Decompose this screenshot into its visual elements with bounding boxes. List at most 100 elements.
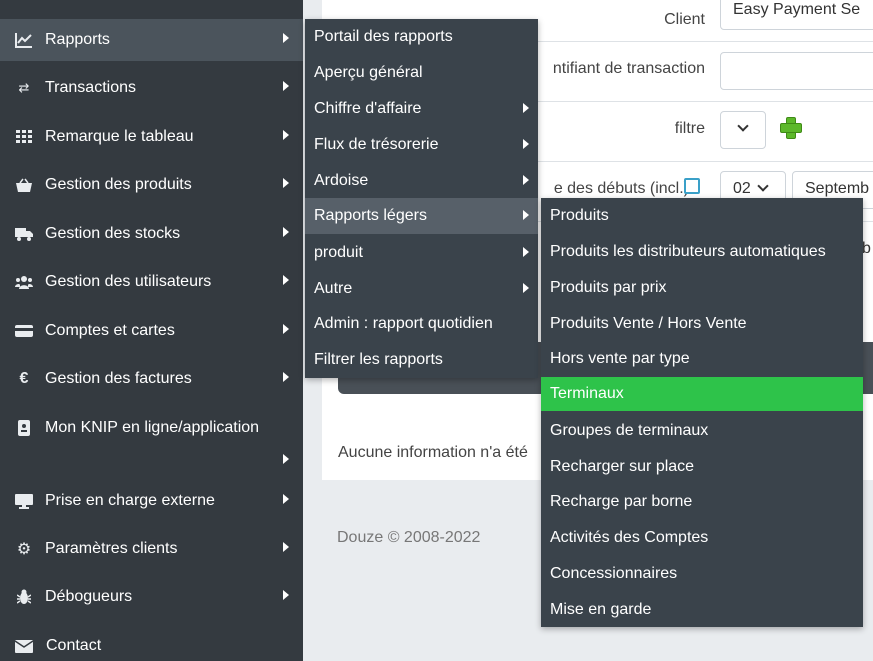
caret-right-icon bbox=[283, 275, 289, 285]
caret-right-icon bbox=[523, 103, 529, 113]
submenu3-item-label: Recharge par borne bbox=[550, 493, 693, 510]
client-label: Client bbox=[664, 11, 705, 28]
envelope-icon bbox=[15, 637, 33, 655]
sidebar-item-contact[interactable]: Contact bbox=[0, 625, 303, 661]
sidebar-item-label: Contact bbox=[46, 637, 102, 654]
sidebar-item-label: Gestion des factures bbox=[45, 370, 192, 387]
truck-icon bbox=[15, 225, 33, 243]
submenu-item-label: Admin : rapport quotidien bbox=[314, 315, 493, 332]
exchange-icon: ⇄ bbox=[18, 80, 30, 95]
caret-right-icon bbox=[523, 175, 529, 185]
caret-right-icon bbox=[283, 494, 289, 504]
submenu3-item-vente-hors-vente[interactable]: Produits Vente / Hors Vente bbox=[541, 306, 863, 341]
submenu-item-label: produit bbox=[314, 244, 363, 261]
chevron-down-icon bbox=[757, 180, 769, 192]
sidebar-item-label: Paramètres clients bbox=[45, 540, 178, 557]
client-select[interactable]: Easy Payment Se bbox=[720, 0, 873, 30]
euro-icon: € bbox=[19, 370, 29, 387]
add-filter-icon[interactable] bbox=[780, 117, 802, 139]
sidebar-item-tableau[interactable]: Remarque le tableau bbox=[0, 116, 303, 158]
caret-right-icon bbox=[523, 210, 529, 220]
sidebar-item-label: Débogueurs bbox=[45, 588, 133, 605]
submenu3-item-concessionnaires[interactable]: Concessionnaires bbox=[541, 556, 863, 591]
submenu3-item-activites-comptes[interactable]: Activités des Comptes bbox=[541, 520, 863, 555]
submenu3-item-label: Hors vente par type bbox=[550, 350, 690, 367]
sidebar-item-label: Gestion des produits bbox=[45, 176, 192, 193]
submenu3-item-par-prix[interactable]: Produits par prix bbox=[541, 270, 863, 305]
submenu3-item-produits[interactable]: Produits bbox=[541, 198, 863, 233]
footer-copyright: Douze © 2008-2022 bbox=[337, 529, 481, 546]
submenu3-item-mise-en-garde[interactable]: Mise en garde bbox=[541, 592, 863, 627]
sidebar-item-utilisateurs[interactable]: Gestion des utilisateurs bbox=[0, 261, 303, 303]
sidebar-item-comptes[interactable]: Comptes et cartes bbox=[0, 310, 303, 352]
submenu-item-label: Autre bbox=[314, 280, 353, 297]
bug-icon bbox=[15, 588, 33, 606]
sidebar-item-stocks[interactable]: Gestion des stocks bbox=[0, 213, 303, 255]
sidebar-item-label: Transactions bbox=[45, 79, 136, 96]
sidebar-item-transactions[interactable]: ⇄ Transactions bbox=[0, 67, 303, 109]
credit-card-icon bbox=[15, 322, 33, 340]
filter-label: filtre bbox=[674, 120, 705, 137]
submenu3-item-distributeurs[interactable]: Produits les distributeurs automatiques bbox=[541, 234, 863, 269]
submenu-item-label: Portail des rapports bbox=[314, 28, 453, 45]
sidebar-item-label: Prise en charge externe bbox=[45, 492, 215, 509]
submenu3-item-label: Groupes de terminaux bbox=[550, 422, 709, 439]
submenu-item-apercu[interactable]: Aperçu général bbox=[305, 55, 538, 91]
no-info-message: Aucune information n'a été bbox=[338, 444, 528, 461]
submenu-item-admin-rapport[interactable]: Admin : rapport quotidien bbox=[305, 306, 538, 342]
date-label: e des débuts (incl.) bbox=[553, 180, 689, 197]
transaction-input[interactable] bbox=[720, 52, 873, 90]
chart-line-icon bbox=[15, 31, 33, 49]
filter-select[interactable] bbox=[720, 111, 766, 149]
sidebar-item-label: Comptes et cartes bbox=[45, 322, 175, 339]
submenu3-item-label: Concessionnaires bbox=[550, 565, 678, 582]
submenu-item-ardoise[interactable]: Ardoise bbox=[305, 163, 538, 199]
submenu3-item-hors-vente-type[interactable]: Hors vente par type bbox=[541, 341, 863, 376]
users-icon bbox=[15, 273, 33, 291]
sidebar-item-label: Gestion des stocks bbox=[45, 225, 181, 242]
submenu3-item-label: Mise en garde bbox=[550, 601, 652, 618]
submenu-item-label: Flux de trésorerie bbox=[314, 136, 439, 153]
caret-right-icon bbox=[283, 542, 289, 552]
grid-icon bbox=[15, 128, 33, 146]
submenu-item-label: Ardoise bbox=[314, 172, 369, 189]
sidebar-item-label: Mon KNIP en ligne/application bbox=[45, 419, 260, 436]
submenu3-item-groupes-terminaux[interactable]: Groupes de terminaux bbox=[541, 413, 863, 448]
sidebar-item-parametres[interactable]: ⚙ Paramètres clients bbox=[0, 528, 303, 570]
submenu-item-label: Rapports légers bbox=[314, 207, 427, 224]
submenu-item-label: Aperçu général bbox=[314, 64, 423, 81]
submenu3-item-recharger-sur-place[interactable]: Recharger sur place bbox=[541, 449, 863, 484]
rapports-legers-submenu: Produits Produits les distributeurs auto… bbox=[541, 198, 863, 627]
caret-right-icon bbox=[283, 130, 289, 140]
basket-icon bbox=[15, 176, 33, 194]
submenu-item-flux[interactable]: Flux de trésorerie bbox=[305, 127, 538, 163]
calendar-icon[interactable] bbox=[684, 178, 700, 194]
submenu3-item-terminaux[interactable]: Terminaux bbox=[541, 377, 863, 411]
submenu-item-autre[interactable]: Autre bbox=[305, 271, 538, 307]
submenu3-item-label: Produits bbox=[550, 207, 609, 224]
submenu-item-chiffre-affaire[interactable]: Chiffre d'affaire bbox=[305, 91, 538, 127]
sidebar-item-produits[interactable]: Gestion des produits bbox=[0, 164, 303, 206]
submenu3-item-recharge-borne[interactable]: Recharge par borne bbox=[541, 484, 863, 519]
caret-right-icon bbox=[283, 324, 289, 334]
sidebar-item-knip[interactable]: Mon KNIP en ligne/application bbox=[0, 407, 303, 471]
caret-right-icon bbox=[523, 139, 529, 149]
submenu3-item-label: Terminaux bbox=[550, 385, 624, 402]
caret-right-icon bbox=[283, 33, 289, 43]
sidebar-item-debogueurs[interactable]: Débogueurs bbox=[0, 576, 303, 618]
caret-right-icon bbox=[523, 283, 529, 293]
submenu3-item-label: Recharger sur place bbox=[550, 458, 695, 475]
caret-right-icon bbox=[523, 247, 529, 257]
caret-right-icon bbox=[283, 178, 289, 188]
submenu-item-produit[interactable]: produit bbox=[305, 235, 538, 271]
sidebar-item-rapports[interactable]: Rapports bbox=[0, 19, 303, 61]
submenu-item-label: Chiffre d'affaire bbox=[314, 100, 422, 117]
caret-right-icon bbox=[283, 372, 289, 382]
sidebar-item-prise-en-charge[interactable]: Prise en charge externe bbox=[0, 480, 303, 522]
submenu-item-portail[interactable]: Portail des rapports bbox=[305, 19, 538, 55]
caret-right-icon bbox=[283, 454, 289, 464]
sidebar-item-factures[interactable]: € Gestion des factures bbox=[0, 358, 303, 400]
sidebar-item-label: Gestion des utilisateurs bbox=[45, 273, 212, 290]
submenu-item-filtrer[interactable]: Filtrer les rapports bbox=[305, 342, 538, 378]
submenu-item-rapports-legers[interactable]: Rapports légers bbox=[305, 198, 538, 234]
